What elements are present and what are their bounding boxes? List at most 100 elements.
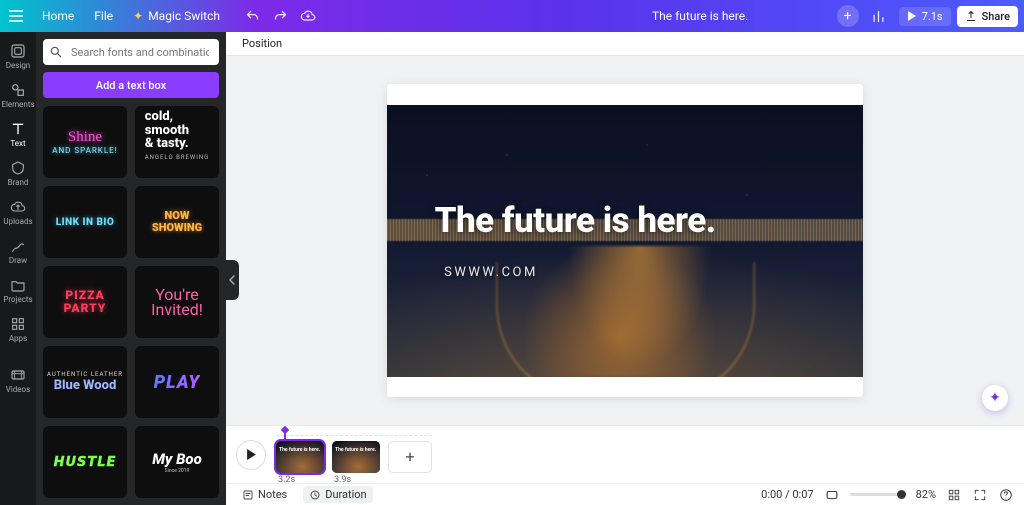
duration-button[interactable]: Duration	[303, 486, 372, 503]
style-text: Shine	[52, 129, 118, 146]
redo-button[interactable]	[266, 2, 294, 30]
duration-label: Duration	[325, 488, 366, 501]
pages-view-button[interactable]	[824, 487, 840, 503]
present-button[interactable]: 7.1s	[899, 7, 951, 26]
style-invited[interactable]: You'reInvited!	[135, 266, 219, 338]
style-pizza[interactable]: PIZZAPARTY	[43, 266, 127, 338]
zoom-value: 82%	[916, 488, 936, 501]
sparkle-icon: ✦	[133, 9, 143, 23]
add-button[interactable]: +	[837, 5, 859, 27]
rail-design[interactable]: Design	[0, 38, 36, 75]
slide[interactable]: The future is here. SWWW.COM	[387, 84, 863, 397]
help-button[interactable]	[998, 487, 1014, 503]
collapse-panel-button[interactable]	[225, 260, 239, 300]
style-tasty[interactable]: cold,smooth& tasty.ANGELO BREWING	[135, 106, 219, 178]
share-label: Share	[982, 10, 1010, 23]
timeline-clips: The future is here. 3.2s The future is h…	[276, 441, 432, 473]
elements-icon	[10, 82, 26, 98]
add-text-box-button[interactable]: Add a text box	[43, 72, 219, 98]
undo-button[interactable]	[238, 2, 266, 30]
style-myboo[interactable]: My BooSince 2019	[135, 426, 219, 498]
rail-apps[interactable]: Apps	[0, 311, 36, 348]
file-button[interactable]: File	[84, 0, 123, 32]
add-clip-button[interactable]: +	[388, 441, 432, 473]
style-play[interactable]: PLAY	[135, 346, 219, 418]
rail-projects[interactable]: Projects	[0, 272, 36, 309]
rail-label: Text	[10, 139, 25, 148]
brand-icon	[10, 160, 26, 176]
style-hustle[interactable]: HUSTLE	[43, 426, 127, 498]
rail-label: Design	[6, 61, 30, 70]
ai-assist-button[interactable]: ✦	[982, 385, 1008, 411]
rail-videos[interactable]: Videos	[0, 362, 36, 399]
magic-switch-button[interactable]: ✦ Magic Switch	[123, 0, 230, 32]
search-input[interactable]	[69, 45, 211, 60]
timeline-clip[interactable]: The future is here.	[276, 441, 324, 473]
style-text: HUSTLE	[54, 455, 117, 470]
style-caption: AUTHENTIC LEATHER	[47, 371, 123, 378]
timeline-clip[interactable]: The future is here.	[332, 441, 380, 473]
uploads-icon	[10, 199, 26, 215]
style-text: AND SPARKLE!	[52, 146, 118, 155]
rail-elements[interactable]: Elements	[0, 77, 36, 114]
rail-label: Draw	[9, 256, 27, 265]
text-icon	[10, 121, 26, 137]
clip-text: The future is here.	[335, 447, 376, 453]
present-duration: 7.1s	[922, 10, 943, 23]
style-text: Blue Wood	[47, 378, 123, 393]
position-button[interactable]: Position	[236, 34, 288, 53]
style-nowshowing[interactable]: NOWSHOWING	[135, 186, 219, 258]
editor-toolbar: Position	[226, 32, 1024, 56]
document-title[interactable]: The future is here.	[652, 9, 748, 23]
search-wrapper	[43, 39, 219, 65]
rail-brand[interactable]: Brand	[0, 155, 36, 192]
zoom-slider[interactable]	[850, 493, 906, 496]
text-styles-grid: ShineAND SPARKLE! cold,smooth& tasty.ANG…	[36, 106, 226, 505]
home-button[interactable]: Home	[32, 0, 84, 32]
left-rail: Design Elements Text Brand Uploads Draw …	[0, 32, 36, 505]
design-icon	[10, 43, 26, 59]
slide-background: The future is here. SWWW.COM	[387, 105, 863, 377]
cloud-sync-icon[interactable]	[294, 2, 322, 30]
rail-label: Apps	[9, 334, 27, 343]
topbar-right: + 7.1s Share	[837, 2, 1018, 30]
style-text: PLAY	[154, 372, 201, 393]
rail-label: Videos	[6, 385, 30, 394]
style-text: LINK IN BIO	[56, 217, 115, 228]
rail-text[interactable]: Text	[0, 116, 36, 153]
style-bluewood[interactable]: AUTHENTIC LEATHERBlue Wood	[43, 346, 127, 418]
search-icon	[49, 45, 63, 59]
analytics-button[interactable]	[865, 2, 893, 30]
history-group	[238, 2, 322, 30]
grid-view-button[interactable]	[946, 487, 962, 503]
sparkle-icon: ✦	[989, 390, 1001, 406]
rail-label: Brand	[8, 178, 29, 187]
rail-draw[interactable]: Draw	[0, 233, 36, 270]
style-text: My Boo	[152, 450, 202, 468]
apps-icon	[10, 316, 26, 332]
timecode: 0:00 / 0:07	[761, 488, 813, 501]
share-button[interactable]: Share	[957, 6, 1018, 27]
text-panel: Add a text box ShineAND SPARKLE! cold,sm…	[36, 32, 226, 505]
notes-button[interactable]: Notes	[236, 486, 293, 503]
menu-button[interactable]	[0, 0, 32, 32]
rail-uploads[interactable]: Uploads	[0, 194, 36, 231]
style-text: Invited!	[151, 302, 203, 317]
top-bar: Home File ✦ Magic Switch The future is h…	[0, 0, 1024, 32]
style-text: PARTY	[64, 302, 107, 315]
videos-icon	[10, 367, 26, 383]
style-linkbio[interactable]: LINK IN BIO	[43, 186, 127, 258]
bottom-bar: Notes Duration 0:00 / 0:07 82%	[226, 483, 1024, 505]
canvas-area[interactable]: The future is here. SWWW.COM ✦	[226, 56, 1024, 425]
fullscreen-button[interactable]	[972, 487, 988, 503]
clip-text: The future is here.	[279, 447, 320, 453]
style-caption: Since 2019	[152, 468, 202, 474]
draw-icon	[10, 238, 26, 254]
rail-label: Uploads	[3, 217, 32, 226]
style-shine[interactable]: ShineAND SPARKLE!	[43, 106, 127, 178]
rail-label: Projects	[3, 295, 32, 304]
magic-switch-label: Magic Switch	[148, 9, 220, 23]
headline-text[interactable]: The future is here.	[435, 200, 716, 241]
timeline-play-button[interactable]	[236, 440, 266, 470]
subline-text[interactable]: SWWW.COM	[444, 265, 538, 280]
